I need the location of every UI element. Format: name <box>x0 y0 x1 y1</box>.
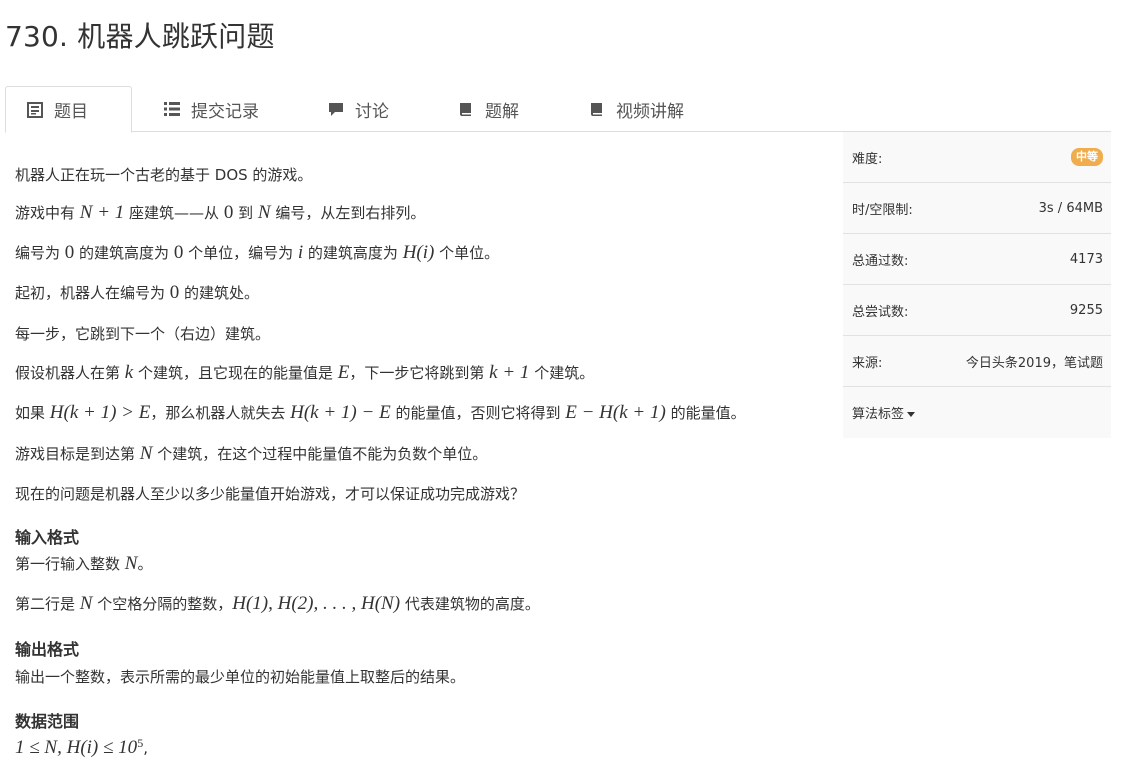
tab-label: 题目 <box>54 102 88 122</box>
tab-problem[interactable]: 题目 <box>5 86 132 133</box>
paragraph: 游戏目标是到达第 N 个建筑，在这个过程中能量值不能为负数个单位。 <box>15 443 488 464</box>
algorithm-tags-dropdown[interactable]: 算法标签 <box>852 403 916 422</box>
tab-video[interactable]: 视频讲解 <box>568 86 704 132</box>
tab-solutions[interactable]: 题解 <box>437 86 539 132</box>
difficulty-badge: 中等 <box>1071 148 1103 166</box>
tab-discussion[interactable]: 讨论 <box>307 86 409 132</box>
math: N <box>257 202 271 223</box>
limit-label: 时/空限制: <box>852 202 913 218</box>
paragraph: 如果 H(k + 1) > E，那么机器人就失去 H(k + 1) − E 的能… <box>15 402 746 423</box>
list-icon <box>26 101 44 119</box>
try-value: 9255 <box>1069 302 1103 318</box>
source-label: 来源: <box>852 355 883 371</box>
paragraph: 1 ≤ N, H(i) ≤ 105, <box>15 736 148 758</box>
limit-row: 时/空限制: 3s / 64MB <box>843 183 1111 234</box>
tab-bar: 题目 提交记录 讨论 题解 视频讲解 <box>5 86 1111 133</box>
problem-info-panel: 难度: 中等 时/空限制: 3s / 64MB 总通过数: 4173 总尝试数:… <box>843 132 1111 438</box>
source-value: 今日头条2019，笔试题 <box>965 355 1103 371</box>
math: H(1), H(2), . . . , H(N) <box>232 593 401 614</box>
tags-row[interactable]: 算法标签 <box>843 387 1111 438</box>
math: 0 <box>173 242 184 263</box>
tab-label: 题解 <box>485 101 519 122</box>
pass-row: 总通过数: 4173 <box>843 234 1111 285</box>
difficulty-label: 难度: <box>852 151 883 167</box>
try-label: 总尝试数: <box>852 304 909 320</box>
math: H(i) <box>402 242 435 263</box>
tab-label: 视频讲解 <box>616 101 684 122</box>
paragraph: 起初，机器人在编号为 0 的建筑处。 <box>15 282 260 303</box>
pass-value: 4173 <box>1069 251 1103 267</box>
math: E − H(k + 1) <box>565 402 666 423</box>
paragraph: 输出一个整数，表示所需的最少单位的初始能量值上取整后的结果。 <box>15 668 466 686</box>
math: N <box>79 593 93 614</box>
limit-value: 3s / 64MB <box>1038 200 1103 216</box>
tab-label: 讨论 <box>355 101 389 122</box>
output-format-heading: 输出格式 <box>15 640 80 659</box>
paragraph: 现在的问题是机器人至少以多少能量值开始游戏，才可以保证成功完成游戏？ <box>15 485 526 503</box>
paragraph: 游戏中有 N + 1 座建筑——从 0 到 N 编号，从左到右排列。 <box>15 202 426 223</box>
paragraph: 编号为 0 的建筑高度为 0 个单位，编号为 i 的建筑高度为 H(i) 个单位… <box>15 242 500 263</box>
paragraph: 第二行是 N 个空格分隔的整数，H(1), H(2), . . . , H(N)… <box>15 593 540 614</box>
math: H(k + 1) − E <box>290 402 391 423</box>
math: 0 <box>169 282 180 303</box>
comment-icon <box>327 100 345 118</box>
math: 1 ≤ N, H(i) ≤ 10 <box>15 737 138 758</box>
book-icon <box>588 100 606 118</box>
list-bullets-icon <box>163 100 181 118</box>
page-title: 730. 机器人跳跃问题 <box>5 20 275 53</box>
math: N <box>139 443 153 464</box>
math: 0 <box>64 242 75 263</box>
caret-down-icon <box>907 412 916 417</box>
book-icon <box>457 100 475 118</box>
paragraph: 第一行输入整数 N。 <box>15 553 153 574</box>
tab-submissions[interactable]: 提交记录 <box>143 86 279 132</box>
math: k <box>124 362 134 383</box>
math: E <box>337 362 350 383</box>
tab-label: 提交记录 <box>191 101 259 122</box>
paragraph: 每一步，它跳到下一个（右边）建筑。 <box>15 325 271 343</box>
paragraph: 假设机器人在第 k 个建筑，且它现在的能量值是 E，下一步它将跳到第 k + 1… <box>15 362 595 383</box>
input-format-heading: 输入格式 <box>15 528 80 547</box>
difficulty-row: 难度: 中等 <box>843 132 1111 183</box>
data-range-heading: 数据范围 <box>15 712 80 731</box>
math: N + 1 <box>79 202 125 223</box>
source-row: 来源: 今日头条2019，笔试题 <box>843 336 1111 387</box>
pass-label: 总通过数: <box>852 253 909 269</box>
paragraph: 机器人正在玩一个古老的基于 DOS 的游戏。 <box>15 166 313 184</box>
math: 0 <box>223 202 234 223</box>
math: N <box>124 553 138 574</box>
math: k + 1 <box>489 362 530 383</box>
try-row: 总尝试数: 9255 <box>843 285 1111 336</box>
math: H(k + 1) > E <box>49 402 151 423</box>
